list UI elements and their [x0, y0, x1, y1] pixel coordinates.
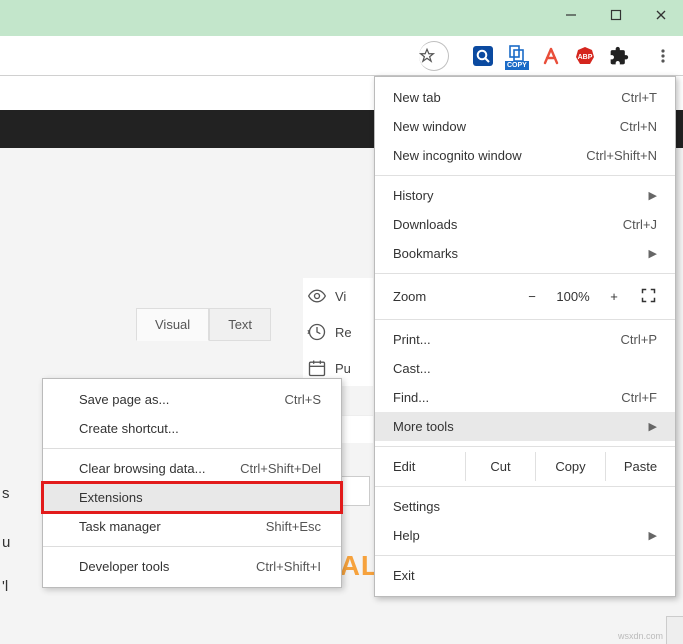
- cut-button[interactable]: Cut: [465, 452, 535, 481]
- edge-text-u: u: [2, 534, 10, 551]
- zoom-value: 100%: [549, 289, 597, 304]
- caret-icon: ▶: [649, 189, 657, 202]
- menu-create-shortcut[interactable]: Create shortcut...: [43, 414, 341, 443]
- menu-developer-tools[interactable]: Developer toolsCtrl+Shift+I: [43, 552, 341, 581]
- chrome-main-menu: New tabCtrl+T New windowCtrl+N New incog…: [374, 76, 676, 597]
- divider: [43, 448, 341, 449]
- side-panel: Vi Re Pu: [303, 278, 373, 386]
- menu-downloads[interactable]: DownloadsCtrl+J: [375, 210, 675, 239]
- extensions-icon[interactable]: [609, 46, 629, 66]
- divider: [375, 446, 675, 447]
- menu-cast[interactable]: Cast...: [375, 354, 675, 383]
- close-button[interactable]: [638, 0, 683, 30]
- menu-task-manager[interactable]: Task managerShift+Esc: [43, 512, 341, 541]
- caret-icon: ▶: [649, 529, 657, 542]
- copy-button[interactable]: Copy: [535, 452, 605, 481]
- menu-exit[interactable]: Exit: [375, 561, 675, 590]
- edge-text-s: s: [2, 485, 10, 502]
- edge-text-l: 'l: [2, 578, 8, 595]
- divider: [375, 175, 675, 176]
- divider: [375, 486, 675, 487]
- divider: [43, 546, 341, 547]
- abp-ext-icon[interactable]: ABP: [575, 46, 595, 66]
- caret-icon: ▶: [649, 247, 657, 260]
- fullscreen-icon[interactable]: [631, 288, 665, 306]
- menu-extensions[interactable]: Extensions: [43, 483, 341, 512]
- side-revisions[interactable]: Re: [303, 314, 373, 350]
- side-pu-label: Pu: [335, 361, 351, 376]
- browser-toolbar: COPY ABP: [0, 36, 683, 76]
- a-ext-icon[interactable]: [541, 46, 561, 66]
- menu-icon[interactable]: [653, 46, 673, 66]
- search-ext-icon[interactable]: [473, 46, 493, 66]
- menu-edit-row: Edit Cut Copy Paste: [375, 452, 675, 481]
- menu-clear-browsing-data[interactable]: Clear browsing data...Ctrl+Shift+Del: [43, 454, 341, 483]
- menu-print[interactable]: Print...Ctrl+P: [375, 325, 675, 354]
- divider: [375, 555, 675, 556]
- menu-new-window[interactable]: New windowCtrl+N: [375, 112, 675, 141]
- menu-find[interactable]: Find...Ctrl+F: [375, 383, 675, 412]
- menu-settings[interactable]: Settings: [375, 492, 675, 521]
- zoom-label: Zoom: [393, 289, 515, 304]
- star-icon[interactable]: [418, 46, 436, 66]
- divider: [375, 319, 675, 320]
- zoom-in-button[interactable]: +: [597, 283, 631, 310]
- side-re-label: Re: [335, 325, 352, 340]
- menu-more-tools[interactable]: More tools▶: [375, 412, 675, 441]
- editor-tabs: Visual Text: [136, 308, 271, 341]
- tab-text[interactable]: Text: [209, 308, 271, 341]
- menu-help[interactable]: Help▶: [375, 521, 675, 550]
- more-tools-submenu: Save page as...Ctrl+S Create shortcut...…: [42, 378, 342, 588]
- svg-text:ABP: ABP: [578, 54, 593, 61]
- maximize-button[interactable]: [593, 0, 638, 30]
- zoom-out-button[interactable]: −: [515, 283, 549, 310]
- scrollbar-corner[interactable]: [666, 616, 683, 644]
- source-label: wsxdn.com: [618, 631, 663, 641]
- menu-save-page[interactable]: Save page as...Ctrl+S: [43, 385, 341, 414]
- menu-zoom-row: Zoom − 100% +: [375, 279, 675, 314]
- menu-bookmarks[interactable]: Bookmarks▶: [375, 239, 675, 268]
- menu-new-tab[interactable]: New tabCtrl+T: [375, 83, 675, 112]
- paste-button[interactable]: Paste: [605, 452, 675, 481]
- edit-label: Edit: [375, 452, 465, 481]
- window-titlebar: [0, 0, 683, 36]
- tab-visual[interactable]: Visual: [136, 308, 209, 341]
- menu-new-incognito[interactable]: New incognito windowCtrl+Shift+N: [375, 141, 675, 170]
- caret-icon: ▶: [649, 420, 657, 433]
- omnibox-end[interactable]: [419, 41, 449, 71]
- minimize-button[interactable]: [548, 0, 593, 30]
- side-vi-label: Vi: [335, 289, 346, 304]
- side-visibility[interactable]: Vi: [303, 278, 373, 314]
- divider: [375, 273, 675, 274]
- copy-ext-icon[interactable]: COPY: [507, 46, 527, 66]
- menu-history[interactable]: History▶: [375, 181, 675, 210]
